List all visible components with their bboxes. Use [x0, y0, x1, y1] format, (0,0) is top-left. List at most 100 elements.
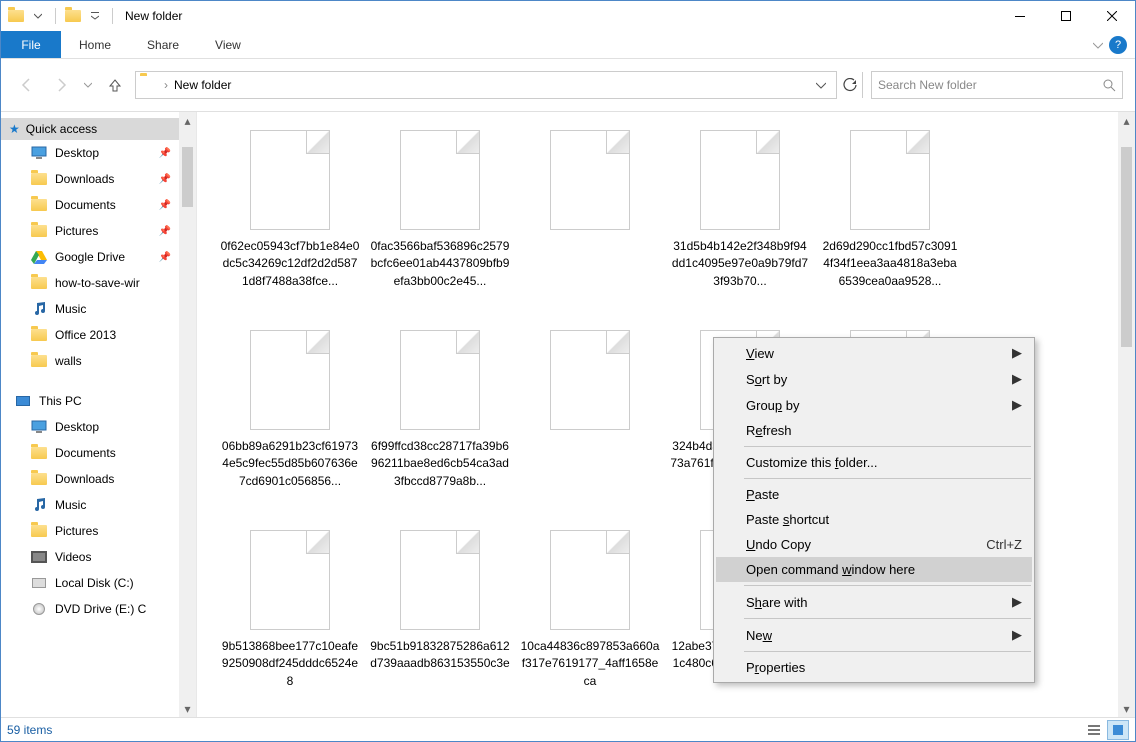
- sidebar-item-label: Music: [55, 302, 86, 316]
- menu-label: Customize this folder...: [746, 455, 878, 470]
- item-icon: [31, 327, 47, 343]
- sidebar-item-how-to-save-wir[interactable]: how-to-save-wir: [1, 270, 179, 296]
- file-item[interactable]: 9b513868bee177c10eafe9250908df245dddc652…: [215, 522, 365, 717]
- quick-access-header[interactable]: ★Quick access: [1, 118, 179, 140]
- file-item[interactable]: 31d5b4b142e2f348b9f94dd1c4095e97e0a9b79f…: [665, 122, 815, 322]
- icons-view-button[interactable]: [1107, 720, 1129, 740]
- recent-dropdown-icon[interactable]: [81, 71, 95, 99]
- scroll-up-icon[interactable]: ▴: [179, 112, 196, 129]
- item-icon: [31, 419, 47, 435]
- close-button[interactable]: [1089, 1, 1135, 31]
- qat-dropdown2-icon[interactable]: [86, 7, 104, 25]
- sidebar-item-desktop[interactable]: Desktop📌: [1, 140, 179, 166]
- address-segment[interactable]: New folder: [172, 78, 233, 92]
- menu-item-paste-shortcut[interactable]: Paste shortcut: [716, 507, 1032, 532]
- file-name: 9bc51b91832875286a612d739aaadb863153550c…: [370, 638, 510, 673]
- menu-item-refresh[interactable]: Refresh: [716, 418, 1032, 443]
- address-bar[interactable]: › New folder: [135, 71, 837, 99]
- details-view-button[interactable]: [1083, 720, 1105, 740]
- tab-view[interactable]: View: [197, 31, 259, 58]
- file-name: 06bb89a6291b23cf619734e5c9fec55d85b60763…: [220, 438, 360, 490]
- file-name: 0f62ec05943cf7bb1e84e0dc5c34269c12df2d2d…: [220, 238, 360, 290]
- sidebar-item-pictures[interactable]: Pictures📌: [1, 218, 179, 244]
- scroll-up-icon[interactable]: ▴: [1118, 112, 1135, 129]
- back-button[interactable]: [13, 71, 41, 99]
- file-item[interactable]: 0f62ec05943cf7bb1e84e0dc5c34269c12df2d2d…: [215, 122, 365, 322]
- menu-item-view[interactable]: View▶: [716, 340, 1032, 366]
- sidebar-item-label: how-to-save-wir: [55, 276, 140, 290]
- search-input[interactable]: [878, 78, 1102, 92]
- file-pane[interactable]: 0f62ec05943cf7bb1e84e0dc5c34269c12df2d2d…: [197, 112, 1118, 717]
- ribbon-expand-icon[interactable]: [1093, 40, 1103, 50]
- tab-share[interactable]: Share: [129, 31, 197, 58]
- refresh-button[interactable]: [837, 72, 863, 98]
- maximize-button[interactable]: [1043, 1, 1089, 31]
- sidebar-item-documents[interactable]: Documents📌: [1, 192, 179, 218]
- menu-item-properties[interactable]: Properties: [716, 655, 1032, 680]
- file-item[interactable]: 10ca44836c897853a660af317e7619177_4aff16…: [515, 522, 665, 717]
- help-icon[interactable]: ?: [1109, 36, 1127, 54]
- file-item[interactable]: 2d69d290cc1fbd57c30914f34f1eea3aa4818a3e…: [815, 122, 965, 322]
- sidebar-item-local-disk-c-[interactable]: Local Disk (C:): [1, 570, 179, 596]
- pin-icon: 📌: [159, 252, 171, 263]
- item-icon: [31, 523, 47, 539]
- scroll-down-icon[interactable]: ▾: [179, 700, 196, 717]
- sidebar-item-label: Videos: [55, 550, 91, 564]
- qat-dropdown-icon[interactable]: [29, 7, 47, 25]
- menu-item-group-by[interactable]: Group by ▶: [716, 392, 1032, 418]
- pin-icon: 📌: [159, 174, 171, 185]
- sidebar-item-label: Documents: [55, 446, 116, 460]
- new-folder-icon[interactable]: [64, 7, 82, 25]
- up-button[interactable]: [101, 71, 129, 99]
- file-tab[interactable]: File: [1, 31, 61, 58]
- submenu-arrow-icon: ▶: [1012, 345, 1022, 361]
- menu-item-undo-copy[interactable]: Undo CopyCtrl+Z: [716, 532, 1032, 557]
- menu-label: Properties: [746, 660, 805, 675]
- sidebar-item-label: Google Drive: [55, 250, 125, 264]
- sidebar-item-music[interactable]: Music: [1, 296, 179, 322]
- minimize-button[interactable]: [997, 1, 1043, 31]
- pin-icon: 📌: [159, 226, 171, 237]
- menu-item-paste[interactable]: Paste: [716, 482, 1032, 507]
- sidebar-item-office-2013[interactable]: Office 2013: [1, 322, 179, 348]
- scroll-down-icon[interactable]: ▾: [1118, 700, 1135, 717]
- menu-label: Group by: [746, 398, 799, 413]
- file-icon: [550, 330, 630, 430]
- menu-item-customize-this-folder-[interactable]: Customize this folder...: [716, 450, 1032, 475]
- tab-home[interactable]: Home: [61, 31, 129, 58]
- sidebar-item-walls[interactable]: walls: [1, 348, 179, 374]
- scroll-thumb[interactable]: [1121, 147, 1132, 347]
- search-box[interactable]: [871, 71, 1123, 99]
- sidebar-item-dvd-drive-e-c[interactable]: DVD Drive (E:) C: [1, 596, 179, 622]
- file-item[interactable]: 0fac3566baf536896c2579bcfc6ee01ab4437809…: [365, 122, 515, 322]
- menu-item-share-with[interactable]: Share with▶: [716, 589, 1032, 615]
- sidebar-item-videos[interactable]: Videos: [1, 544, 179, 570]
- sidebar-item-pictures[interactable]: Pictures: [1, 518, 179, 544]
- submenu-arrow-icon: ▶: [1012, 397, 1022, 413]
- file-icon: [400, 330, 480, 430]
- sidebar-item-documents[interactable]: Documents: [1, 440, 179, 466]
- search-icon[interactable]: [1102, 78, 1116, 92]
- file-item[interactable]: 06bb89a6291b23cf619734e5c9fec55d85b60763…: [215, 322, 365, 522]
- item-icon: [31, 249, 47, 265]
- sidebar-item-downloads[interactable]: Downloads: [1, 466, 179, 492]
- menu-item-open-command-window-here[interactable]: Open command window here: [716, 557, 1032, 582]
- content-scrollbar[interactable]: ▴ ▾: [1118, 112, 1135, 717]
- file-item[interactable]: 6f99ffcd38cc28717fa39b696211bae8ed6cb54c…: [365, 322, 515, 522]
- forward-button[interactable]: [47, 71, 75, 99]
- sidebar-scrollbar[interactable]: ▴ ▾: [179, 112, 196, 717]
- file-item[interactable]: 9bc51b91832875286a612d739aaadb863153550c…: [365, 522, 515, 717]
- menu-item-sort-by[interactable]: Sort by▶: [716, 366, 1032, 392]
- sidebar-item-google-drive[interactable]: Google Drive 📌: [1, 244, 179, 270]
- address-history-icon[interactable]: [810, 80, 832, 90]
- sidebar-item-label: Music: [55, 498, 86, 512]
- file-item[interactable]: [515, 322, 665, 522]
- sidebar-item-music[interactable]: Music: [1, 492, 179, 518]
- scroll-thumb[interactable]: [182, 147, 193, 207]
- menu-item-new[interactable]: New▶: [716, 622, 1032, 648]
- chevron-right-icon[interactable]: ›: [160, 78, 172, 92]
- this-pc-header[interactable]: This PC: [1, 388, 179, 414]
- file-item[interactable]: [515, 122, 665, 322]
- sidebar-item-desktop[interactable]: Desktop: [1, 414, 179, 440]
- sidebar-item-downloads[interactable]: Downloads📌: [1, 166, 179, 192]
